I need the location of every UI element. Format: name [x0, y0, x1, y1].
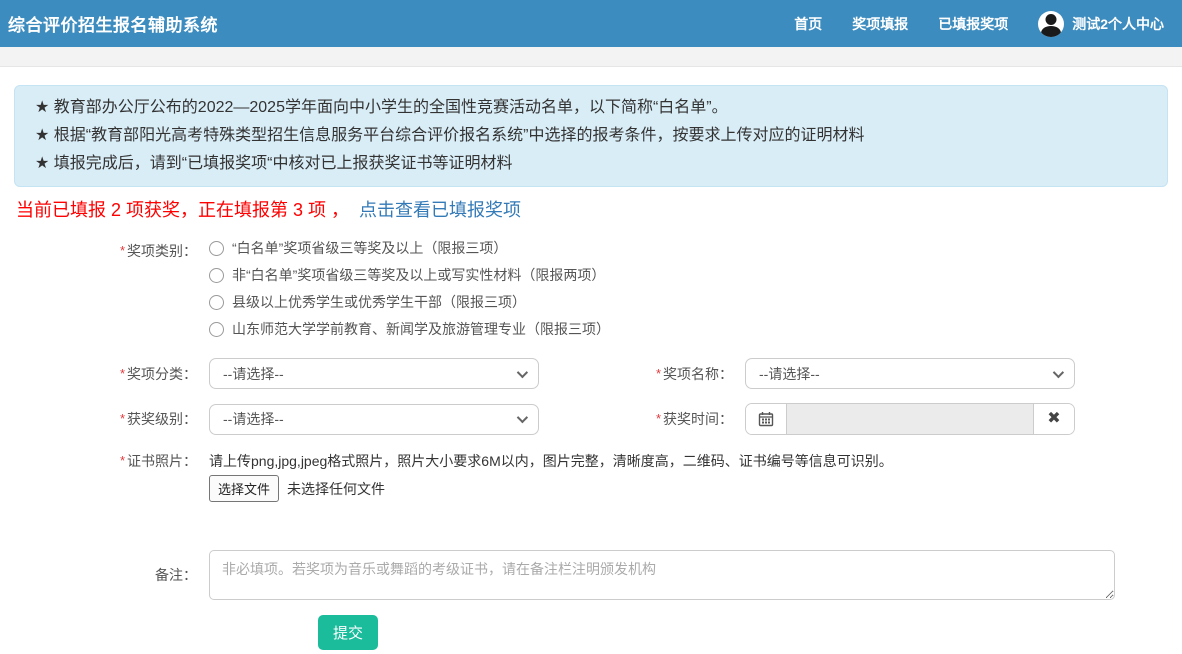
user-avatar-icon [1038, 11, 1064, 37]
certificate-hint: 请上传png,jpg,jpeg格式照片，照片大小要求6M以内，图片完整，清晰度高… [209, 451, 893, 471]
radio-excellent-student[interactable]: 县级以上优秀学生或优秀学生干部（限报三项） [209, 292, 610, 313]
calendar-button[interactable] [746, 404, 786, 434]
required-asterisk: * [656, 366, 661, 381]
award-form: *奖项类别： “白名单”奖项省级三等奖及以上（限报三项） 非“白名单”奖项省级三… [14, 236, 1168, 650]
file-input-row: 选择文件 未选择任何文件 [209, 475, 893, 502]
award-name-selected-value: --请选择-- [759, 364, 820, 384]
award-name-select[interactable]: --请选择-- [745, 358, 1075, 389]
clear-icon: ✖ [1047, 411, 1060, 427]
sub-header-strip [0, 47, 1182, 67]
no-file-chosen-text: 未选择任何文件 [287, 479, 385, 499]
award-level-select[interactable]: --请选择-- [209, 404, 539, 435]
award-name-label: *奖项名称： [539, 359, 745, 389]
radio-label: 县级以上优秀学生或优秀学生干部（限报三项） [232, 292, 526, 313]
radio-sdnu-majors[interactable]: 山东师范大学学前教育、新闻学及旅游管理专业（限报三项） [209, 319, 610, 340]
award-time-picker: ✖ [745, 403, 1075, 435]
radio-label: 山东师范大学学前教育、新闻学及旅游管理专业（限报三项） [232, 319, 610, 340]
award-class-name-row: *奖项分类： --请选择-- *奖项名称： --请选择-- [14, 358, 1168, 389]
award-time-input[interactable] [786, 404, 1034, 434]
radio-icon[interactable] [209, 322, 224, 337]
award-category-options: “白名单”奖项省级三等奖及以上（限报三项） 非“白名单”奖项省级三等奖及以上或写… [209, 236, 610, 340]
calendar-icon [758, 411, 774, 427]
radio-label: “白名单”奖项省级三等奖及以上（限报三项） [232, 238, 507, 259]
nav-item-award-fill[interactable]: 奖项填报 [852, 14, 908, 34]
required-asterisk: * [120, 243, 125, 258]
award-class-select[interactable]: --请选择-- [209, 358, 539, 389]
notice-box: ★ 教育部办公厅公布的2022—2025学年面向中小学生的全国性竞赛活动名单，以… [14, 85, 1168, 187]
notice-line: ★ 教育部办公厅公布的2022—2025学年面向中小学生的全国性竞赛活动名单，以… [35, 94, 1147, 122]
fill-status-text: 当前已填报 2 项获奖，正在填报第 3 项 ， [16, 200, 349, 220]
award-level-label: *获奖级别： [14, 404, 209, 434]
submit-row: 提交 [14, 615, 1168, 650]
required-asterisk: * [120, 366, 125, 381]
award-category-label: *奖项类别： [14, 236, 209, 266]
app-title: 综合评价招生报名辅助系统 [8, 11, 218, 36]
user-menu[interactable]: 测试2个人中心 [1038, 11, 1164, 37]
radio-icon[interactable] [209, 241, 224, 256]
required-asterisk: * [120, 411, 125, 426]
award-level-selected-value: --请选择-- [223, 409, 284, 429]
certificate-row: *证书照片： 请上传png,jpg,jpeg格式照片，照片大小要求6M以内，图片… [14, 451, 1168, 502]
fill-status-line: 当前已填报 2 项获奖，正在填报第 3 项 ， 点击查看已填报奖项 [16, 196, 1168, 222]
remark-label: 备注： [14, 560, 209, 590]
required-asterisk: * [120, 453, 125, 468]
radio-label: 非“白名单”奖项省级三等奖及以上或写实性材料（限报两项） [232, 265, 605, 286]
notice-line: ★ 填报完成后，请到“已填报奖项“中核对已上报获奖证书等证明材料 [35, 150, 1147, 178]
award-time-label: *获奖时间： [539, 404, 745, 434]
navbar-menu: 首页 奖项填报 已填报奖项 测试2个人中心 [794, 11, 1164, 37]
radio-icon[interactable] [209, 295, 224, 310]
view-filled-awards-link[interactable]: 点击查看已填报奖项 [359, 200, 521, 220]
certificate-upload-area: 请上传png,jpg,jpeg格式照片，照片大小要求6M以内，图片完整，清晰度高… [209, 451, 893, 502]
choose-file-button[interactable]: 选择文件 [209, 475, 279, 502]
chevron-down-icon [517, 412, 528, 423]
award-category-row: *奖项类别： “白名单”奖项省级三等奖及以上（限报三项） 非“白名单”奖项省级三… [14, 236, 1168, 340]
top-navbar: 综合评价招生报名辅助系统 首页 奖项填报 已填报奖项 测试2个人中心 [0, 0, 1182, 47]
radio-icon[interactable] [209, 268, 224, 283]
page-content: ★ 教育部办公厅公布的2022—2025学年面向中小学生的全国性竞赛活动名单，以… [0, 85, 1182, 650]
chevron-down-icon [1053, 366, 1064, 377]
radio-whitelist-provincial[interactable]: “白名单”奖项省级三等奖及以上（限报三项） [209, 238, 610, 259]
nav-item-home[interactable]: 首页 [794, 14, 822, 34]
user-center-label: 测试2个人中心 [1072, 14, 1164, 34]
award-class-label: *奖项分类： [14, 359, 209, 389]
award-class-selected-value: --请选择-- [223, 364, 284, 384]
radio-non-whitelist[interactable]: 非“白名单”奖项省级三等奖及以上或写实性材料（限报两项） [209, 265, 610, 286]
required-asterisk: * [656, 411, 661, 426]
notice-line: ★ 根据“教育部阳光高考特殊类型招生信息服务平台综合评价报名系统”中选择的报考条… [35, 122, 1147, 150]
chevron-down-icon [517, 366, 528, 377]
certificate-label: *证书照片： [14, 451, 209, 471]
clear-date-button[interactable]: ✖ [1034, 404, 1074, 434]
award-level-time-row: *获奖级别： --请选择-- *获奖时间： [14, 403, 1168, 435]
submit-button[interactable]: 提交 [318, 615, 378, 650]
nav-item-filled-awards[interactable]: 已填报奖项 [938, 14, 1008, 34]
remark-row: 备注： [14, 550, 1168, 600]
remark-textarea[interactable] [209, 550, 1115, 600]
